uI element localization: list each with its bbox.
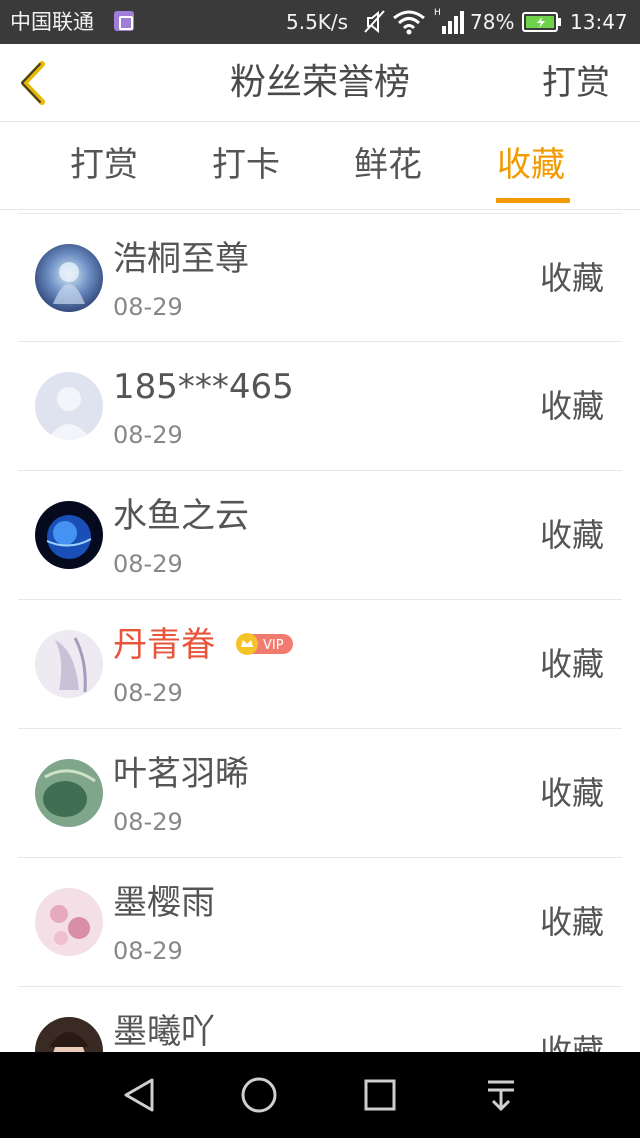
vip-badge: VIP — [236, 633, 293, 655]
fan-date: 08-29 — [113, 679, 183, 707]
fan-name: 丹青眷 — [113, 625, 215, 665]
favorite-label: 收藏 — [539, 1032, 604, 1052]
app-header: 粉丝荣誉榜 打赏 — [0, 44, 640, 122]
fan-name: 叶茗羽晞 — [113, 754, 249, 794]
nav-back-icon[interactable] — [114, 1070, 164, 1120]
network-speed: 5.5K/s — [286, 10, 349, 34]
list-item[interactable]: 墨曦吖 收藏 — [18, 987, 622, 1052]
tab-reward[interactable]: 打赏 — [70, 144, 138, 186]
fan-name: 墨曦吖 — [113, 1012, 215, 1052]
svg-text:VIP: VIP — [263, 638, 284, 653]
tab-checkin[interactable]: 打卡 — [212, 144, 280, 186]
list-item[interactable]: 浩桐至尊 08-29 收藏 — [18, 213, 622, 342]
avatar — [35, 759, 103, 827]
fan-date: 08-29 — [113, 808, 183, 836]
clock: 13:47 — [570, 10, 628, 34]
avatar — [35, 888, 103, 956]
favorite-label: 收藏 — [539, 387, 604, 425]
fan-name: 浩桐至尊 — [113, 239, 249, 279]
svg-text:H: H — [434, 8, 441, 18]
battery-percent: 78% — [470, 10, 515, 34]
avatar — [35, 372, 103, 440]
favorite-label: 收藏 — [539, 645, 604, 683]
reward-button[interactable]: 打赏 — [542, 62, 610, 104]
fan-date: 08-29 — [113, 293, 183, 321]
list-item[interactable]: 水鱼之云 08-29 收藏 — [18, 471, 622, 600]
fan-date: 08-29 — [113, 937, 183, 965]
fan-name: 墨樱雨 — [113, 883, 215, 923]
signal-icon: H — [434, 8, 464, 34]
tab-favorites[interactable]: 收藏 — [497, 144, 565, 186]
fan-date: 08-29 — [113, 550, 183, 578]
favorite-label: 收藏 — [539, 259, 604, 297]
list-item[interactable]: 墨樱雨 08-29 收藏 — [18, 858, 622, 987]
system-nav-bar — [0, 1052, 640, 1138]
nav-home-icon[interactable] — [234, 1070, 284, 1120]
avatar — [35, 1017, 103, 1052]
avatar — [35, 244, 103, 312]
list-item[interactable]: 叶茗羽晞 08-29 收藏 — [18, 729, 622, 858]
carrier-name: 中国联通 — [10, 10, 94, 34]
fan-list: 浩桐至尊 08-29 收藏 185***465 08-29 收藏 水鱼之云 08… — [0, 210, 640, 1052]
avatar — [35, 501, 103, 569]
fan-name: 185***465 — [113, 367, 294, 407]
nav-recent-icon[interactable] — [355, 1070, 405, 1120]
tab-flowers[interactable]: 鲜花 — [354, 144, 422, 186]
list-item[interactable]: 185***465 08-29 收藏 — [18, 342, 622, 471]
status-bar: 中国联通 5.5K/s H 78% 13:47 — [0, 0, 640, 44]
avatar — [35, 630, 103, 698]
nav-menu-icon[interactable] — [476, 1070, 526, 1120]
favorite-label: 收藏 — [539, 516, 604, 554]
list-item[interactable]: 丹青眷 VIP 08-29 收藏 — [18, 600, 622, 729]
active-tab-indicator — [496, 198, 570, 203]
battery-icon — [522, 12, 561, 32]
fan-date: 08-29 — [113, 421, 183, 449]
sound-off-icon — [364, 10, 385, 34]
tab-bar: 打赏 打卡 鲜花 收藏 — [0, 122, 640, 210]
fan-name: 水鱼之云 — [113, 496, 249, 536]
app-notification-icon — [114, 11, 134, 31]
favorite-label: 收藏 — [539, 903, 604, 941]
favorite-label: 收藏 — [539, 774, 604, 812]
wifi-icon — [393, 10, 425, 35]
